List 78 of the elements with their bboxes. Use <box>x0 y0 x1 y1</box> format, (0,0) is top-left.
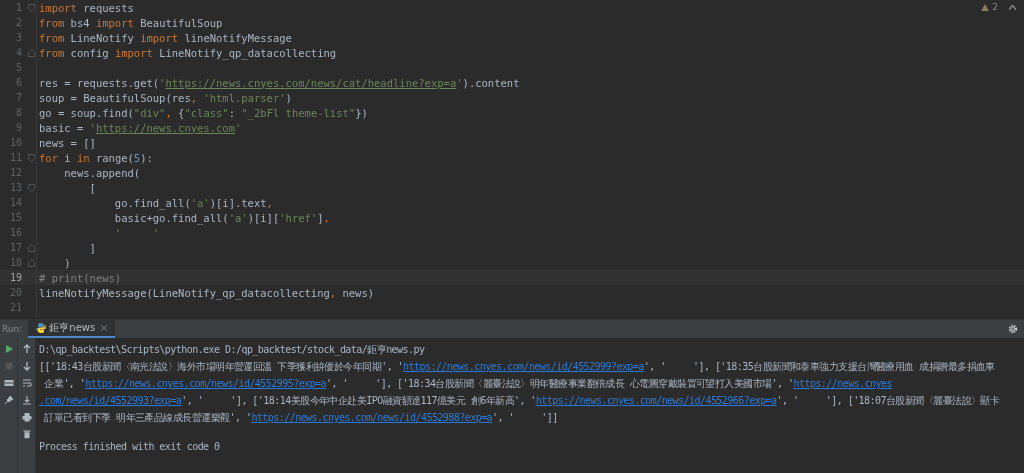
pin-icon[interactable] <box>3 395 14 405</box>
line-number: 14 <box>8 197 23 208</box>
panel-label: Run: <box>1 324 24 334</box>
url-link[interactable]: https://news.cnyes.com/news/id/4552995?exp=a <box>85 378 326 389</box>
line-number: 16 <box>8 227 23 238</box>
line-number: 21 <box>8 302 23 313</box>
line-number: 12 <box>8 167 23 178</box>
code-line: res = requests.get('https://news.cnyes.com/news/cat/headline?exp=a').content <box>39 76 520 89</box>
trash-icon[interactable] <box>21 429 32 439</box>
line-number: 18 <box>8 257 23 268</box>
code-line: news.append( <box>63 166 141 179</box>
console-line: 企業', 'https://news.cnyes.com/news/id/4552995?exp=a', ' '], ['18:34台股新聞〈麗臺法說〉明年醫療事業翻倍成長 心電圖穿戴裝置可望打入美國市場', 'https://news.cnyes <box>43 378 892 389</box>
line-number: 5 <box>14 62 23 73</box>
code-line: go.find_all('a')[i].text, <box>113 196 273 209</box>
url-link[interactable]: https://news.cnyes.com/news/id/4552966?exp=a <box>535 395 777 406</box>
python-icon <box>36 323 47 333</box>
print-icon[interactable] <box>21 412 32 422</box>
fold-marker-icon[interactable] <box>27 183 35 192</box>
line-number: 8 <box>14 107 23 118</box>
arrow-down-icon[interactable] <box>21 361 32 371</box>
url-link[interactable]: .com/news/id/4552993?exp=a <box>39 395 182 406</box>
settings-icon[interactable] <box>1008 324 1018 334</box>
code-line: from LineNotify import lineNotifyMessage <box>39 31 292 44</box>
code-line: lineNotifyMessage(LineNotify_qp_datacollecting, news) <box>39 286 375 299</box>
line-number: 1 <box>14 2 23 13</box>
warning-icon[interactable] <box>981 3 990 11</box>
line-number: 10 <box>8 137 23 148</box>
line-number: 13 <box>8 182 23 193</box>
arrow-up-icon[interactable] <box>21 344 32 354</box>
line-number: 6 <box>14 77 23 88</box>
code-line: soup = BeautifulSoup(res, 'html.parser') <box>39 91 292 104</box>
url-link[interactable]: https://news.cnyes.com/news/id/4552988?exp=a <box>251 412 493 423</box>
code-line: basic = 'https://news.cnyes.com' <box>39 121 242 134</box>
url-link[interactable]: https://news.cnyes <box>793 378 892 389</box>
fold-marker-icon[interactable] <box>27 153 35 162</box>
close-icon[interactable] <box>101 325 108 331</box>
fold-marker-icon[interactable] <box>27 48 35 57</box>
layout-icon[interactable] <box>3 378 14 388</box>
fold-marker-icon[interactable] <box>27 243 35 252</box>
line-number: 19 <box>8 272 23 283</box>
code-line: ' ' <box>113 226 160 239</box>
code-line: from config import LineNotify_qp_datacollecting <box>39 46 337 59</box>
line-number: 3 <box>14 32 23 43</box>
line-number: 15 <box>8 212 23 223</box>
console-line: D:\qp_backtest\Scripts\python.exe D:/qp_backtest/stock_data/鉅亨news.py <box>39 344 425 355</box>
warning-count: 2 <box>992 2 998 12</box>
url-link[interactable]: https://news.cnyes.com <box>95 121 235 134</box>
console-line: .com/news/id/4552993?exp=a', ' '], ['18:14美股今年中企赴美IPO融資額達117億美元 創6年新高', 'https://news.cnyes.com/news/id/4552966?exp=a', ' '], ['18:07台股新聞〈麗臺法說〉顯卡 <box>39 395 1000 406</box>
console-line: 訂單已看到下季 明年三產品線成長營運樂觀', 'https://news.cnyes.com/news/id/4552988?exp=a', ' ']] <box>43 412 558 423</box>
line-number: 20 <box>8 287 23 298</box>
line-number: 17 <box>8 242 23 253</box>
line-number: 2 <box>14 17 23 28</box>
line-number: 7 <box>14 92 23 103</box>
code-editor[interactable] <box>0 0 1024 319</box>
code-line: [ <box>88 181 96 194</box>
code-line: basic+go.find_all('a')[i]['href'], <box>113 211 330 224</box>
line-number: 4 <box>14 47 23 58</box>
line-number: 9 <box>14 122 23 133</box>
scroll-to-end-icon[interactable] <box>21 395 32 405</box>
code-line: for i in range(5): <box>39 151 153 164</box>
url-link[interactable]: https://news.cnyes.com/news/cat/headline?exp=a <box>165 76 457 89</box>
fold-marker-icon[interactable] <box>27 258 35 267</box>
code-line: ] <box>88 241 96 254</box>
console-line: [['18:43台股新聞〈南光法說〉海外市場明年營運回溫 下季獲利拚優於今年同期', 'https://news.cnyes.com/news/id/4552999?exp=a', ' '], ['18:35台股新聞和泰車強力支援台灣醫療用血 成捐贈最多捐血車 <box>39 361 995 372</box>
url-link[interactable]: https://news.cnyes.com/news/id/4552999?exp=a <box>403 361 644 372</box>
fold-marker-icon[interactable] <box>27 3 35 12</box>
code-line: # print(news) <box>39 271 122 284</box>
code-line: go = soup.find("div", {"class": "_2bFl theme-list"}) <box>39 106 368 119</box>
code-line: from bs4 import BeautifulSoup <box>39 16 223 29</box>
line-number: 11 <box>8 152 23 163</box>
run-tab[interactable]: 鉅亨news <box>28 320 116 338</box>
code-line: import requests <box>39 1 134 14</box>
code-line: news = [] <box>39 136 96 149</box>
soft-wrap-icon[interactable] <box>21 378 32 388</box>
caret-up-icon[interactable] <box>1009 4 1016 10</box>
run-icon[interactable] <box>3 344 14 354</box>
console-line: Process finished with exit code 0 <box>39 441 220 452</box>
code-line: ) <box>63 256 71 269</box>
